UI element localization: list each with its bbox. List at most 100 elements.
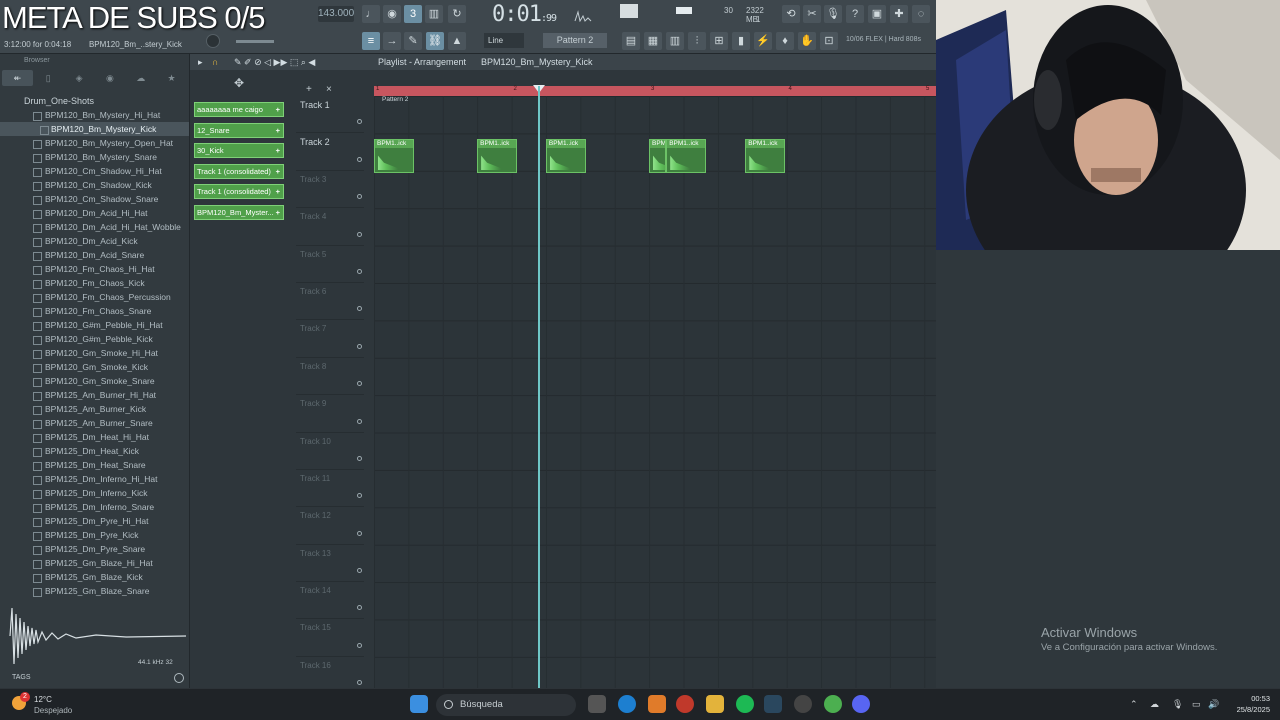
file-item[interactable]: BPM120_Bm_Mystery_Open_Hat [0,136,189,150]
file-item[interactable]: BPM120_Dm_Acid_Snare [0,248,189,262]
play-pattern-icon[interactable]: ▸ [198,54,203,70]
fl-studio-icon[interactable] [648,695,666,713]
obs-icon[interactable] [794,695,812,713]
plugin-icon[interactable]: ✚ [890,5,908,23]
cart-icon[interactable]: ⊡ [820,32,838,50]
track-mute-icon[interactable] [357,605,362,611]
plus-icon[interactable]: + [276,185,280,198]
tempo-display[interactable]: 143.000 [318,6,354,22]
step-edit-icon[interactable]: ▥ [425,5,443,23]
track-mute-icon[interactable] [357,343,362,349]
playlist-view-icon[interactable]: ≡ [362,32,380,50]
opera-icon[interactable] [676,695,694,713]
audio-clip[interactable]: BPM1..ick [666,139,707,173]
add-track-icon[interactable]: + [306,84,312,95]
clipboard-icon[interactable]: ▮ [732,32,750,50]
track-header[interactable]: Track 10 [296,433,364,470]
file-item[interactable]: BPM120_G#m_Pebble_Hi_Hat [0,318,189,332]
track-mute-icon[interactable] [357,493,362,499]
browser-tab-starred[interactable]: ★ [156,70,187,86]
audio-clip[interactable]: BPM1..ick [374,139,414,173]
file-item[interactable]: BPM120_Dm_Acid_Hi_Hat_Wobble [0,220,189,234]
browser-tab-plugins[interactable]: ◈ [64,70,95,86]
track-header[interactable]: Track 4 [296,208,364,246]
file-item[interactable]: BPM125_Dm_Heat_Snare [0,458,189,472]
file-item[interactable]: BPM125_Gm_Blaze_Kick [0,570,189,584]
cloud-icon[interactable]: ☁ [1150,699,1159,710]
track-mute-icon[interactable] [357,268,362,274]
audio-clip[interactable]: BPM1..ick [745,139,786,173]
track-header[interactable]: Track 8 [296,358,364,396]
plus-icon[interactable]: + [276,206,280,219]
tags-label[interactable]: TAGS [12,674,31,681]
track-mute-icon[interactable] [357,680,362,686]
draw-tools-icons[interactable]: ✎ ✐ ⊘ ◁ ▶▶ ⬚ ⌕ ◀ [234,54,315,70]
file-item[interactable]: BPM120_Cm_Shadow_Snare [0,192,189,206]
track-mute-icon[interactable] [357,455,362,461]
track-header[interactable]: Track 12 [296,507,364,545]
file-item[interactable]: BPM120_Bm_Mystery_Kick [0,122,189,136]
track-mute-icon[interactable] [357,418,362,424]
chevron-up-icon[interactable]: ⌃ [1130,699,1138,710]
track-mute-icon[interactable] [357,156,362,162]
file-item[interactable]: BPM120_Gm_Smoke_Hi_Hat [0,346,189,360]
wait-record-icon[interactable]: ◉ [383,5,401,23]
help-icon[interactable]: ? [846,5,864,23]
track-mute-icon[interactable] [357,381,362,387]
browser-tab-packs[interactable]: ◉ [94,70,125,86]
metronome-icon[interactable]: ♩ [362,5,380,23]
file-item[interactable]: BPM120_Dm_Acid_Hi_Hat [0,206,189,220]
mixer-icon[interactable]: ▤ [622,32,640,50]
volume-icon[interactable]: 🔊 [1208,699,1219,710]
mic-tray-icon[interactable]: 🎙 [1172,699,1183,710]
link-icon[interactable]: ⛓ [426,32,444,50]
monitor-icon[interactable]: ▭ [1192,699,1201,710]
file-item[interactable]: BPM125_Dm_Inferno_Hi_Hat [0,472,189,486]
track-header[interactable]: Track 7 [296,320,364,358]
scissors-icon[interactable]: ✂ [803,5,821,23]
file-item[interactable]: BPM120_Gm_Smoke_Snare [0,374,189,388]
plus-icon[interactable]: + [276,165,280,178]
file-item[interactable]: BPM125_Dm_Pyre_Kick [0,528,189,542]
plug-icon[interactable]: ⚡ [754,32,772,50]
track-mute-icon[interactable] [357,194,362,200]
track-header[interactable]: Track 3 [296,171,364,209]
search-icon[interactable] [174,673,184,683]
file-explorer-icon[interactable] [706,695,724,713]
browser-tab-all[interactable]: ↞ [2,70,33,86]
file-item[interactable]: BPM120_Cm_Shadow_Hi_Hat [0,164,189,178]
track-header[interactable]: Track 1 [296,96,364,134]
file-item[interactable]: BPM125_Am_Burner_Hi_Hat [0,388,189,402]
file-item[interactable]: BPM125_Dm_Pyre_Snare [0,542,189,556]
track-header[interactable]: Track 6 [296,283,364,321]
track-mute-icon[interactable] [357,642,362,648]
touch-icon[interactable]: ✋ [798,32,816,50]
eq-icon[interactable]: ⫶ [688,32,706,50]
plus-icon[interactable]: + [276,124,280,137]
chrome-icon[interactable] [824,695,842,713]
arrangement-grid[interactable]: Pattern 2 BPM1..ick BPM1..ick BPM1..ick BPM… [374,96,936,688]
file-item[interactable]: BPM120_Fm_Chaos_Kick [0,276,189,290]
plus-icon[interactable]: + [276,103,280,116]
browser-tab-history[interactable]: ☁ [125,70,156,86]
track-mute-icon[interactable] [357,119,362,125]
edge-icon[interactable] [618,695,636,713]
master-volume-knob[interactable] [206,34,220,48]
file-item[interactable]: BPM125_Am_Burner_Snare [0,416,189,430]
picker-item[interactable]: BPM120_Bm_Myster... + [194,204,284,220]
file-item[interactable]: BPM120_Dm_Acid_Kick [0,234,189,248]
file-item[interactable]: BPM125_Gm_Blaze_Hi_Hat [0,556,189,570]
track-header[interactable]: Track 9 [296,395,364,433]
steam-icon[interactable] [764,695,782,713]
track-header[interactable]: Track 13 [296,545,364,583]
task-view-icon[interactable] [588,695,606,713]
track-mute-icon[interactable] [357,231,362,237]
track-mute-icon[interactable] [357,568,362,574]
browser-tab-files[interactable]: ▯ [33,70,64,86]
undo-icon[interactable]: ⟲ [782,5,800,23]
track-header[interactable]: Track 5 [296,246,364,283]
file-item[interactable]: BPM120_Fm_Chaos_Hi_Hat [0,262,189,276]
audio-clip[interactable]: BPM1..ick [545,139,586,173]
move-icon[interactable]: ✥ [234,76,244,90]
audio-clip[interactable]: BPM1..ick [477,139,518,173]
